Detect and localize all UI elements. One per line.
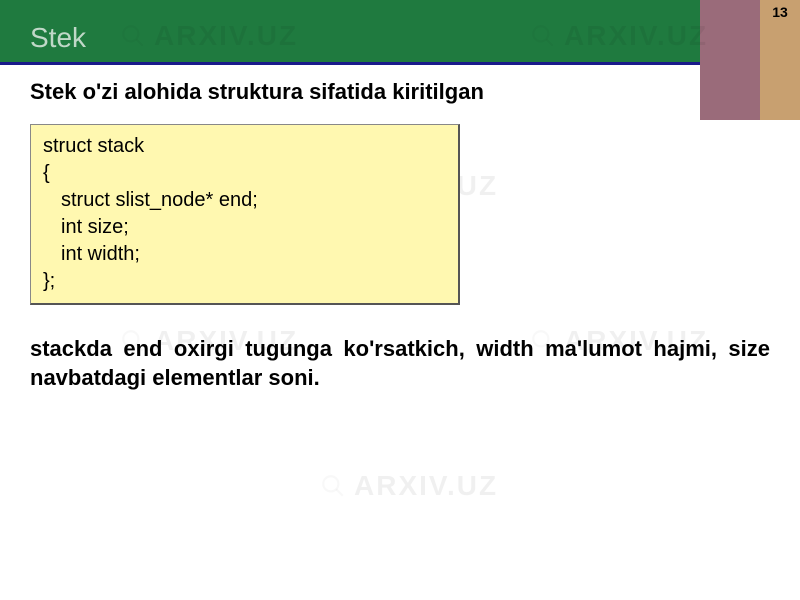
- watermark-text: ARXIV.UZ: [354, 470, 498, 502]
- subtitle-region: Stek o'zi alohida struktura sifatida kir…: [0, 65, 700, 120]
- subtitle-text: Stek o'zi alohida struktura sifatida kir…: [30, 79, 484, 105]
- slide-title: Stek: [30, 22, 86, 54]
- code-line: struct stack: [43, 133, 446, 160]
- magnifier-icon: [320, 473, 346, 499]
- header-accent-tan: 13: [760, 0, 800, 65]
- code-line: int size;: [43, 214, 446, 241]
- subtitle-accent-tan: [760, 65, 800, 120]
- slide-header: Stek 13: [0, 0, 800, 65]
- code-line: struct slist_node* end;: [43, 187, 446, 214]
- subtitle-accent-mauve: [700, 65, 760, 120]
- code-block: struct stack { struct slist_node* end; i…: [30, 124, 460, 305]
- code-line: };: [43, 268, 446, 295]
- code-line: {: [43, 160, 446, 187]
- header-green-region: Stek: [0, 0, 700, 65]
- watermark: ARXIV.UZ: [320, 470, 498, 502]
- slide-content: struct stack { struct slist_node* end; i…: [0, 124, 800, 392]
- subtitle-bar: Stek o'zi alohida struktura sifatida kir…: [0, 65, 800, 120]
- code-line: int width;: [43, 241, 446, 268]
- header-accent-mauve: [700, 0, 760, 65]
- explanation-text: stackda end oxirgi tugunga ko'rsatkich, …: [30, 335, 770, 392]
- page-number: 13: [772, 4, 788, 20]
